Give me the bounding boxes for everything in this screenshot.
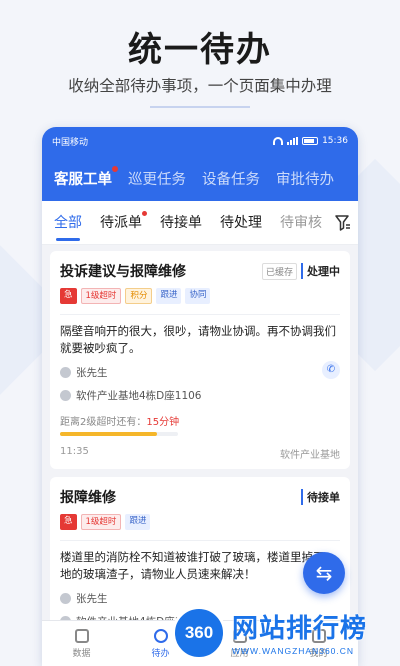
tab-patrol[interactable]: 巡更任务 (128, 168, 186, 189)
card-project: 软件产业基地 (280, 450, 340, 461)
promo-divider (150, 106, 250, 108)
watermark-name: 网站排行榜 (232, 614, 368, 644)
tag-list: 急 1级超时 积分 跟进 协同 (60, 288, 340, 304)
location-icon (60, 390, 71, 401)
sub-tab-bar: 全部 待派单 待接单 待处理 待审核 (42, 201, 358, 245)
phone-screen: 中国移动 15:36 客服工单 巡更任务 设备任务 审批待办 全部 待派单 待接… (42, 127, 358, 666)
watermark-logo: 360 (172, 606, 226, 660)
divider (60, 540, 340, 541)
badge-dot (112, 165, 118, 172)
card-description: 隔壁音响开的很大，很吵，请物业协调。再不协调我们就要被吵疯了。 (60, 324, 336, 355)
address-text: 软件产业基地4栋D座1106 (76, 390, 202, 402)
subtab-pending-dispatch[interactable]: 待派单 (100, 201, 147, 245)
card-time: 11:35 (60, 446, 89, 457)
progress-fill (60, 432, 157, 436)
status-badge: 处理中 (301, 263, 340, 279)
filter-icon[interactable] (334, 213, 352, 233)
contact-name: 张先生 (76, 593, 108, 605)
promo-title: 统一待办 (128, 30, 272, 70)
subtab-pending-review[interactable]: 待审核 (280, 201, 322, 245)
tag-urgent: 急 (60, 514, 77, 530)
switch-button[interactable]: ⇆ (303, 552, 345, 594)
address-row: 软件产业基地4栋D座1106 (60, 388, 340, 403)
card-footer: 11:35 软件产业基地 (60, 446, 340, 461)
todo-icon (153, 628, 168, 643)
tag-follow-up: 跟进 (156, 288, 182, 304)
tag-overdue: 1级超时 (80, 514, 122, 530)
nav-data[interactable]: 数据 (42, 621, 121, 666)
phone-icon[interactable]: ✆ (322, 361, 340, 379)
tag-urgent: 急 (60, 288, 77, 304)
tab-approval[interactable]: 审批待办 (276, 168, 334, 189)
carrier-label: 中国移动 (52, 137, 89, 148)
tab-equipment[interactable]: 设备任务 (202, 168, 260, 189)
card-title: 投诉建议与报障维修 (60, 264, 186, 280)
watermark-url: WWW.WANGZHAN360.CN (232, 646, 355, 656)
cached-badge: 已缓存 (261, 262, 297, 280)
divider (60, 314, 340, 315)
timeout-progress-bar (60, 432, 178, 436)
signal-icon (287, 137, 299, 145)
subtab-pending-accept[interactable]: 待接单 (160, 201, 202, 245)
subtab-all[interactable]: 全部 (54, 201, 82, 245)
deadline-text: 距离2级超时还有：15分钟 (60, 417, 180, 428)
watermark: 360 网站排行榜 WWW.WANGZHAN360.CN (172, 604, 398, 662)
subtab-pending-process[interactable]: 待处理 (220, 201, 262, 245)
card-description: 楼道里的消防栓不知道被谁打破了玻璃，楼道里掉了一地的玻璃渣子，请物业人员速来解决… (60, 550, 336, 581)
tag-overdue: 1级超时 (80, 288, 122, 304)
status-badge: 待接单 (301, 489, 340, 505)
deadline-value: 15分钟 (146, 417, 180, 428)
person-icon (60, 593, 71, 604)
tab-customer-service[interactable]: 客服工单 (54, 165, 118, 189)
battery-icon (302, 137, 319, 145)
tag-follow-up: 跟进 (125, 514, 151, 530)
contact-name: 张先生 (76, 367, 108, 379)
badge-dot (142, 210, 147, 216)
top-tab-bar: 客服工单 巡更任务 设备任务 审批待办 (42, 155, 358, 201)
chart-icon (74, 628, 89, 643)
person-icon (60, 367, 71, 378)
work-order-card[interactable]: 投诉建议与报障维修 已缓存 处理中 急 1级超时 积分 跟进 协同 隔壁音响开的… (50, 251, 350, 469)
card-title: 报障维修 (60, 490, 116, 506)
tag-points: 积分 (125, 288, 153, 304)
clock-label: 15:36 (322, 136, 348, 146)
status-bar: 中国移动 15:36 (42, 127, 358, 155)
promo-subtitle: 收纳全部待办事项，一个页面集中办理 (68, 77, 332, 95)
contact-row: 张先生 ✆ (60, 361, 340, 380)
wifi-icon (273, 137, 284, 145)
tag-collaborate: 协同 (185, 288, 211, 304)
tag-list: 急 1级超时 跟进 (60, 514, 340, 530)
